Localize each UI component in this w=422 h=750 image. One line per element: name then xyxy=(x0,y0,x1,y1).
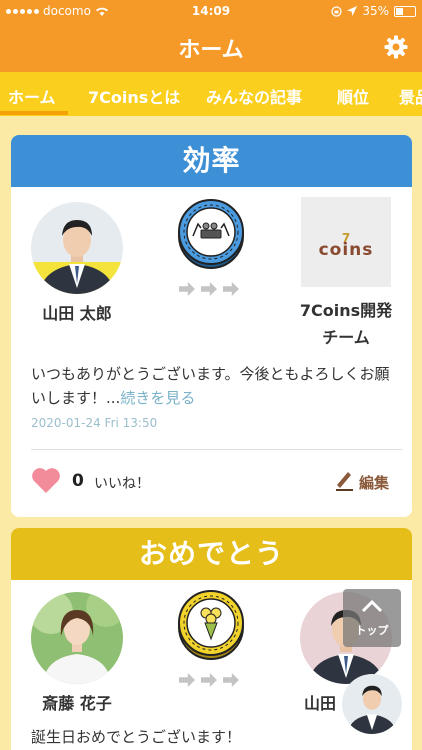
post-card[interactable]: 効率 山田 太郎 7 coins 7Coins開発チーム いつもありがとうござい… xyxy=(11,135,412,517)
read-more-link[interactable]: 続きを見る xyxy=(120,389,195,407)
like-count: 0 xyxy=(72,471,84,491)
sender-avatar[interactable] xyxy=(31,202,123,294)
edit-button[interactable]: 編集 xyxy=(359,472,389,493)
heart-icon[interactable] xyxy=(31,467,61,494)
tab-everyone-articles[interactable]: みんなの記事 xyxy=(206,84,302,108)
post-category: 効率 xyxy=(11,135,412,187)
divider xyxy=(31,449,402,450)
lock-rotation-icon xyxy=(331,5,342,17)
transfer-arrows xyxy=(179,282,239,296)
coin-efficiency-icon xyxy=(178,199,244,269)
page-title: ホーム xyxy=(178,38,244,63)
tab-prizes[interactable]: 景品 xyxy=(399,84,422,108)
battery-icon xyxy=(394,5,416,17)
chevron-up-icon xyxy=(361,599,383,613)
sender-photo xyxy=(31,592,123,684)
sender-name[interactable]: 斎藤 花子 xyxy=(25,690,129,714)
transfer-arrows xyxy=(179,673,239,687)
tab-about-7coins[interactable]: 7Coinsとは xyxy=(88,84,180,108)
gear-icon[interactable] xyxy=(384,35,408,59)
tab-ranking[interactable]: 順位 xyxy=(337,84,369,108)
status-bar: docomo 14:09 35% xyxy=(0,0,422,22)
sender-name[interactable]: 山田 太郎 xyxy=(25,300,129,324)
receiver-name[interactable]: 7Coins開発チーム xyxy=(293,297,399,351)
post-date: 2020-01-24 Fri 13:50 xyxy=(31,416,158,430)
category-tabs: ホーム 7Coinsとは みんなの記事 順位 景品 xyxy=(0,72,422,116)
post-category: おめでとう xyxy=(11,528,412,580)
battery-percent: 35% xyxy=(362,4,389,18)
scroll-top-label: トップ xyxy=(355,624,389,637)
post-message: 誕生日おめでとうございます！ xyxy=(31,728,242,746)
sender-avatar[interactable] xyxy=(31,592,123,684)
receiver-logo[interactable]: 7 coins xyxy=(301,197,391,287)
pencil-icon[interactable] xyxy=(333,469,355,491)
nav-bar: ホーム xyxy=(0,22,422,72)
like-button[interactable]: いいね！ xyxy=(94,473,150,493)
receiver-logo-text: coins xyxy=(318,240,374,260)
tab-home[interactable]: ホーム xyxy=(8,84,56,108)
scroll-top-button[interactable]: トップ xyxy=(343,589,401,647)
active-tab-indicator xyxy=(0,111,68,115)
coin-congrats-icon xyxy=(178,590,244,660)
location-icon xyxy=(347,6,358,16)
sender-photo xyxy=(31,202,123,294)
post-message: いつもありがとうございます。今後ともよろしくお願いします！...続きを見る xyxy=(31,365,390,407)
